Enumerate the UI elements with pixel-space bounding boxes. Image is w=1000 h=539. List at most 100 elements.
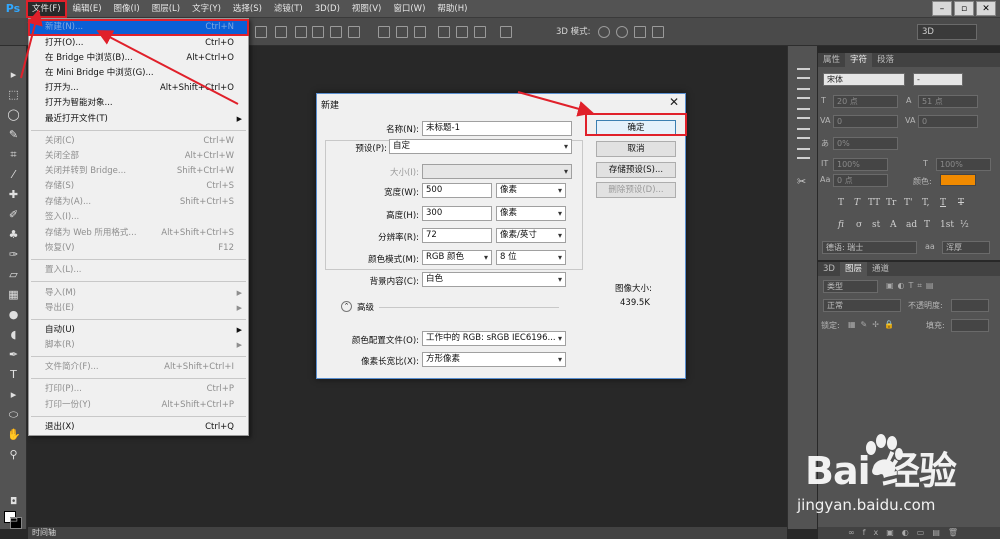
menu-item-file-info[interactable]: 文件简介(F)... Alt+Shift+Ctrl+I: [29, 360, 248, 375]
maximize-button[interactable]: ▫: [954, 1, 974, 16]
healing-brush-tool-icon[interactable]: ✚: [7, 188, 20, 201]
width-unit-select[interactable]: 像素 ▾: [496, 183, 566, 198]
height-field[interactable]: 300: [422, 206, 492, 221]
resolution-unit-select[interactable]: 像素/英寸 ▾: [496, 228, 566, 243]
leading-field[interactable]: 51 点: [918, 95, 978, 108]
tab-paragraph[interactable]: 段落: [872, 53, 899, 67]
menu-item-open[interactable]: 打开(O)... Ctrl+O: [29, 36, 248, 51]
collapse-advanced-icon[interactable]: ⌃: [341, 301, 352, 312]
menu-item-import[interactable]: 导入(M) ▶: [29, 286, 248, 301]
tab-properties[interactable]: 属性: [818, 53, 845, 67]
tools-panel-icon[interactable]: ✂: [797, 176, 810, 187]
ligature-button[interactable]: fi: [838, 220, 844, 230]
menu-item-open-smart-object[interactable]: 打开为智能对象...: [29, 96, 248, 111]
menu-type[interactable]: 文字(Y): [186, 0, 227, 18]
menu-item-export[interactable]: 导出(E) ▶: [29, 301, 248, 316]
superscript-button[interactable]: T': [904, 198, 912, 208]
vertical-scale-field[interactable]: 100%: [833, 158, 888, 171]
distribute-hcenter-icon[interactable]: [456, 26, 468, 38]
delete-preset-button[interactable]: 删除预设(D)...: [596, 182, 676, 198]
menu-item-close-all[interactable]: 关闭全部 Alt+Ctrl+W: [29, 149, 248, 164]
align-right-icon[interactable]: [348, 26, 360, 38]
opacity-field[interactable]: [951, 299, 989, 312]
dialog-close-icon[interactable]: ✕: [669, 95, 679, 109]
auto-align-icon[interactable]: [500, 26, 512, 38]
distribute-left-icon[interactable]: [438, 26, 450, 38]
3d-slide-icon[interactable]: [652, 26, 664, 38]
menu-item-check-in[interactable]: 签入(I)...: [29, 210, 248, 225]
lock-icons[interactable]: ▦✎✢🔒: [848, 320, 899, 329]
swash-button[interactable]: st: [872, 220, 880, 230]
screen-mode-icon[interactable]: ▭: [7, 514, 20, 527]
tab-character[interactable]: 字符: [845, 53, 873, 67]
history-panel-icon[interactable]: [797, 68, 810, 79]
proportional-spacing-field[interactable]: 0%: [833, 137, 898, 150]
distribute-vcenter-icon[interactable]: [396, 26, 408, 38]
properties-panel-icon[interactable]: [797, 148, 810, 159]
menu-item-browse-mini-bridge[interactable]: 在 Mini Bridge 中浏览(G)...: [29, 66, 248, 81]
bit-depth-select[interactable]: 8 位 ▾: [496, 250, 566, 265]
distribute-right-icon[interactable]: [474, 26, 486, 38]
color-mode-select[interactable]: RGB 颜色 ▾: [422, 250, 492, 265]
menu-file[interactable]: 文件(F): [26, 0, 67, 18]
history-brush-tool-icon[interactable]: ✑: [7, 248, 20, 261]
menu-item-place[interactable]: 置入(L)...: [29, 263, 248, 278]
zoom-tool-icon[interactable]: ⚲: [7, 448, 20, 461]
old-style-button[interactable]: σ: [856, 220, 862, 230]
save-preset-button[interactable]: 存储预设(S)...: [596, 162, 676, 178]
strikethrough-button[interactable]: T: [958, 198, 964, 208]
actions-panel-icon[interactable]: [797, 88, 810, 99]
close-window-button[interactable]: ✕: [976, 1, 996, 16]
tab-layers[interactable]: 图层: [839, 262, 867, 276]
tab-3d[interactable]: 3D: [818, 262, 840, 276]
language-select[interactable]: 德语: 瑞士: [822, 241, 917, 254]
underline-button[interactable]: T: [940, 198, 946, 208]
move-tool-icon[interactable]: ▸: [7, 68, 20, 81]
kerning-field[interactable]: 0: [833, 115, 898, 128]
tracking-field[interactable]: 0: [918, 115, 978, 128]
color-profile-select[interactable]: 工作中的 RGB: sRGB IEC6196... ▾: [422, 331, 566, 346]
3d-roll-icon[interactable]: [616, 26, 628, 38]
menu-item-revert[interactable]: 恢复(V) F12: [29, 241, 248, 256]
menu-item-close-go-bridge[interactable]: 关闭并转到 Bridge... Shift+Ctrl+W: [29, 164, 248, 179]
eyedropper-tool-icon[interactable]: ⁄: [7, 168, 20, 181]
layer-filter-icons[interactable]: ▣◐T⌗▤: [886, 281, 938, 291]
shape-tool-icon[interactable]: ⬭: [7, 408, 20, 421]
lasso-tool-icon[interactable]: ◯: [7, 108, 20, 121]
menu-item-open-as[interactable]: 打开为... Alt+Shift+Ctrl+O: [29, 81, 248, 96]
fractions-button[interactable]: ½: [960, 220, 969, 230]
faux-bold-button[interactable]: T: [838, 198, 844, 208]
small-caps-button[interactable]: Tr: [886, 198, 896, 208]
resolution-field[interactable]: 72: [422, 228, 492, 243]
3d-rotate-icon[interactable]: [598, 26, 610, 38]
text-color-swatch[interactable]: [940, 174, 976, 186]
hand-tool-icon[interactable]: ✋: [7, 428, 21, 441]
horizontal-scale-field[interactable]: 100%: [936, 158, 991, 171]
all-caps-button[interactable]: TT: [868, 198, 880, 208]
ornaments-button[interactable]: T: [924, 220, 930, 230]
distribute-bottom-icon[interactable]: [414, 26, 426, 38]
blur-tool-icon[interactable]: ●: [7, 308, 20, 321]
align-top-icon[interactable]: [255, 26, 267, 38]
menu-select[interactable]: 选择(S): [227, 0, 268, 18]
layer-footer-icons[interactable]: ∞fx▣◐▭▤🗑: [848, 528, 966, 537]
align-hcenter-icon[interactable]: [330, 26, 342, 38]
cancel-button[interactable]: 取消: [596, 141, 676, 157]
menu-view[interactable]: 视图(V): [346, 0, 387, 18]
3d-pan-icon[interactable]: [634, 26, 646, 38]
menu-item-print-one-copy[interactable]: 打印一份(Y) Alt+Shift+Ctrl+P: [29, 398, 248, 413]
width-field[interactable]: 500: [422, 183, 492, 198]
brush-panel-icon[interactable]: [797, 108, 810, 119]
subscript-button[interactable]: T,: [922, 198, 930, 208]
height-unit-select[interactable]: 像素 ▾: [496, 206, 566, 221]
titling-alternates-button[interactable]: ad: [906, 220, 917, 230]
layer-filter-select[interactable]: 类型: [823, 280, 878, 293]
font-family-select[interactable]: 宋体: [823, 73, 905, 86]
gradient-tool-icon[interactable]: ▦: [7, 288, 20, 301]
minimize-button[interactable]: –: [932, 1, 952, 16]
timeline-tab[interactable]: 时间轴: [32, 527, 56, 539]
antialias-select[interactable]: 浑厚: [942, 241, 990, 254]
fill-field[interactable]: [951, 319, 989, 332]
menu-item-save-for-web[interactable]: 存储为 Web 所用格式... Alt+Shift+Ctrl+S: [29, 226, 248, 241]
type-tool-icon[interactable]: T: [7, 368, 20, 381]
